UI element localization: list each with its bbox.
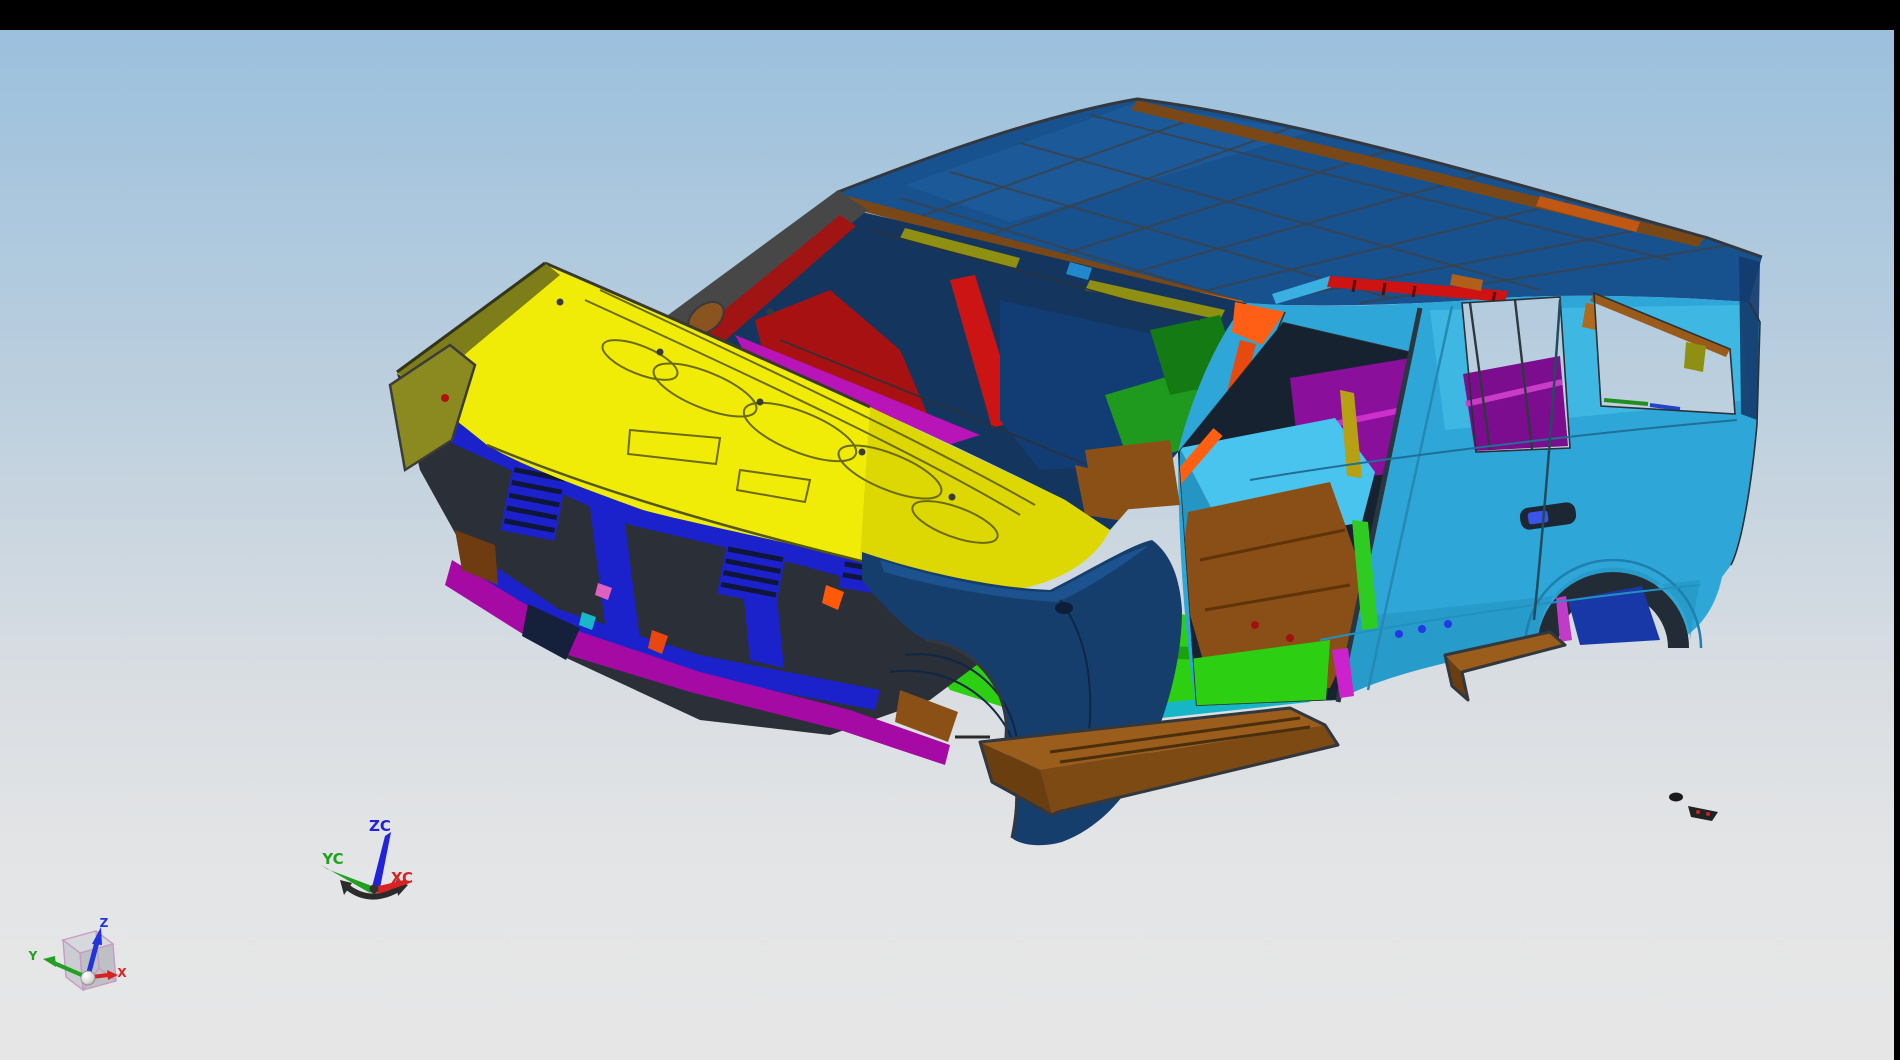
grille-slats-mid	[717, 539, 787, 605]
wcs-z-label: ZC	[369, 817, 391, 835]
floor-red-dot	[1251, 621, 1259, 629]
door-blue-dot	[1418, 625, 1426, 633]
door-blue-dot	[1395, 630, 1403, 638]
dashboard-brown[interactable]	[1085, 440, 1180, 512]
wing-red-dot	[441, 394, 449, 402]
abs-origin-ball[interactable]	[81, 971, 95, 985]
door-blue-dot	[1444, 620, 1452, 628]
abs-y-label: Y	[28, 949, 38, 963]
wcs-x-label: XC	[391, 869, 413, 887]
part-red-dot	[1706, 812, 1710, 816]
fender-hole	[1055, 602, 1073, 614]
body-side-panel[interactable]	[1162, 256, 1760, 708]
d-pillar-inner-navy	[1739, 256, 1760, 420]
small-part	[1669, 793, 1683, 802]
wcs-origin[interactable]	[370, 885, 379, 894]
wcs-y-label: YC	[321, 850, 343, 868]
quarter-olive-bracket	[1684, 342, 1706, 372]
cad-3d-viewport[interactable]: ZC YC XC Z Y X	[0, 30, 1894, 1060]
abs-x-label: X	[117, 966, 127, 980]
cad-scene: ZC YC XC Z Y X	[0, 30, 1894, 1060]
part-red-dot	[1696, 810, 1700, 814]
floor-red-dot	[1286, 634, 1294, 642]
abs-z-label: Z	[100, 916, 109, 930]
